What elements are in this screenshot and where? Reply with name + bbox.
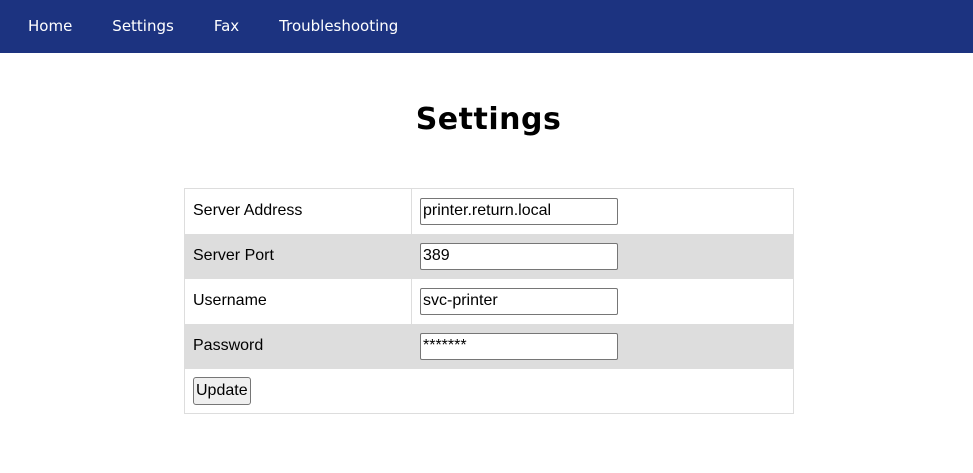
server-port-cell (411, 233, 794, 279)
update-button[interactable]: Update (193, 376, 251, 405)
username-input[interactable] (420, 287, 618, 315)
top-navbar: Home Settings Fax Troubleshooting (0, 0, 973, 53)
settings-form-table: Server Address Server Port Username Pass… (184, 188, 794, 414)
form-row-submit: Update (185, 369, 794, 414)
username-cell (412, 279, 794, 324)
nav-link-fax[interactable]: Fax (214, 17, 239, 35)
password-cell (411, 323, 794, 369)
submit-cell: Update (185, 369, 794, 414)
form-row-password: Password (184, 323, 794, 369)
nav-link-settings[interactable]: Settings (112, 17, 174, 35)
form-row-username: Username (184, 278, 794, 324)
server-address-label: Server Address (184, 188, 412, 234)
password-input[interactable] (420, 332, 618, 360)
form-row-server-port: Server Port (184, 233, 794, 279)
nav-link-home[interactable]: Home (28, 17, 72, 35)
password-label: Password (184, 323, 412, 369)
form-row-server-address: Server Address (184, 188, 794, 234)
server-address-input[interactable] (420, 197, 618, 225)
page-title: Settings (415, 102, 562, 137)
username-label: Username (184, 278, 412, 324)
server-address-cell (412, 189, 794, 234)
server-port-label: Server Port (184, 233, 412, 279)
nav-link-troubleshooting[interactable]: Troubleshooting (279, 17, 398, 35)
server-port-input[interactable] (420, 242, 618, 270)
